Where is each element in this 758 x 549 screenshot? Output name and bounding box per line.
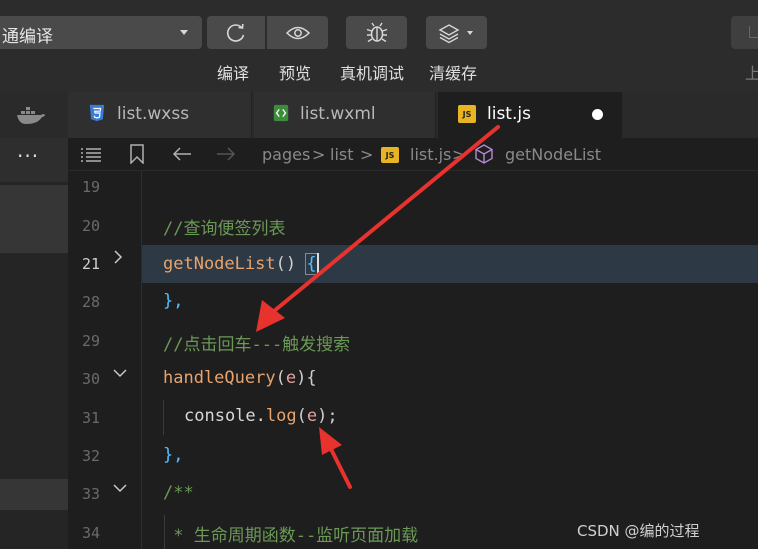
left-panel-item[interactable] (0, 185, 68, 253)
ellipsis-icon: ··· (17, 144, 40, 168)
clear-cache-label: 清缓存 (429, 64, 478, 83)
tab-label: list.wxss (117, 104, 190, 124)
code-line: console.log(e); (184, 406, 338, 426)
function-name: getNodeList (163, 254, 276, 274)
left-panel: ··· (0, 92, 68, 549)
gutter-divider (141, 171, 142, 549)
compile-mode-select[interactable]: 通编译 (0, 16, 202, 49)
chevron-down-icon[interactable] (112, 482, 128, 494)
indent-guide (163, 400, 164, 435)
breadcrumb-list[interactable]: list (330, 145, 354, 164)
code-line: //查询便签列表 (163, 219, 286, 239)
method-cube-icon (475, 144, 493, 164)
breadcrumb-pages[interactable]: pages (262, 145, 310, 164)
bug-icon (366, 22, 387, 42)
function-name: handleQuery (163, 368, 276, 388)
tab-label: list.js (487, 104, 531, 124)
docker-icon[interactable] (16, 107, 46, 125)
line-number: 20 (81, 217, 100, 235)
watermark: CSDN @编的过程 (577, 522, 700, 540)
clear-cache-button[interactable] (426, 16, 487, 49)
eye-icon (285, 26, 310, 39)
line-number: 33 (81, 485, 100, 503)
compile-label: 编译 (217, 64, 250, 83)
code-line: }, (163, 291, 184, 311)
breadcrumb-function[interactable]: getNodeList (505, 145, 601, 164)
compile-mode-value: 通编译 (2, 27, 53, 47)
line-number: 30 (81, 370, 100, 388)
code-line: * 生命周期函数--监听页面加载 (163, 526, 419, 546)
tab-list-wxss[interactable]: list.wxss (68, 92, 252, 138)
code-punctuation: () (275, 254, 307, 274)
line-number: 34 (81, 524, 100, 542)
breadcrumb-file[interactable]: list.js (410, 145, 451, 164)
breadcrumb: pages > list > JS list.js > getNodeList (68, 138, 758, 171)
tab-list-wxml[interactable]: list.wxml (254, 92, 436, 138)
code-editor[interactable]: 19 20 21 28 29 30 31 32 33 34 //查询便签列表 g… (68, 171, 758, 549)
chevron-right-icon[interactable] (112, 249, 124, 265)
code-parameter: e (285, 368, 297, 388)
layers-icon (438, 23, 473, 43)
left-tab-area (0, 92, 68, 138)
editor-tab-bar: list.wxss list.wxml JS list.js (68, 92, 758, 138)
breadcrumb-separator: > (360, 145, 374, 164)
line-number: 19 (81, 178, 100, 196)
top-toolbar: 通编译 编译 预览 真机调试 清缓存 上 (0, 0, 758, 92)
line-number: 32 (81, 447, 100, 465)
method-call: log (265, 406, 297, 426)
line-number-gutter: 19 20 21 28 29 30 31 32 33 34 (68, 171, 142, 549)
compile-button[interactable] (207, 16, 265, 49)
code-line: //点击回车---触发搜索 (163, 335, 351, 355)
list-outline-icon[interactable] (80, 147, 102, 163)
upload-button[interactable] (731, 16, 758, 49)
bookmark-icon[interactable] (129, 144, 145, 164)
code-punctuation: ( (296, 406, 307, 426)
js-file-icon: JS (458, 105, 476, 123)
css-file-icon (89, 104, 105, 122)
code-punctuation: ){ (296, 368, 317, 388)
tab-list-js[interactable]: JS list.js (438, 92, 622, 138)
forward-arrow-icon[interactable] (216, 147, 236, 161)
code-punctuation: ( (275, 368, 286, 388)
code-line: /** (163, 483, 194, 503)
line-number: 31 (81, 409, 100, 427)
remote-debug-button[interactable] (346, 16, 407, 49)
upload-icon (749, 26, 758, 38)
code-line: getNodeList() { (163, 253, 319, 275)
line-number: 21 (81, 255, 100, 273)
wxml-file-icon (273, 104, 289, 122)
code-parameter: e (306, 406, 318, 426)
line-number: 29 (81, 332, 100, 350)
refresh-icon (226, 23, 245, 42)
js-file-icon: JS (381, 147, 399, 163)
left-panel-item[interactable] (0, 479, 68, 510)
tab-label: list.wxml (300, 104, 376, 124)
text-cursor (316, 253, 319, 273)
chevron-down-icon[interactable] (112, 367, 128, 379)
code-line: handleQuery(e){ (163, 368, 317, 388)
upload-label: 上 (745, 64, 758, 83)
breadcrumb-separator: > (452, 145, 466, 164)
breadcrumb-separator: > (312, 145, 326, 164)
line-number: 28 (81, 293, 100, 311)
caret-down-icon (180, 30, 188, 35)
preview-button[interactable] (267, 16, 328, 49)
matched-brace: { (305, 253, 318, 275)
back-arrow-icon[interactable] (172, 147, 192, 161)
more-options-button[interactable]: ··· (0, 138, 68, 182)
unsaved-dot-icon[interactable] (592, 109, 603, 120)
remote-debug-label: 真机调试 (340, 64, 405, 83)
code-punctuation: ); (317, 406, 338, 426)
preview-label: 预览 (279, 64, 312, 83)
code-line: }, (163, 445, 184, 465)
code-object: console. (184, 406, 266, 426)
